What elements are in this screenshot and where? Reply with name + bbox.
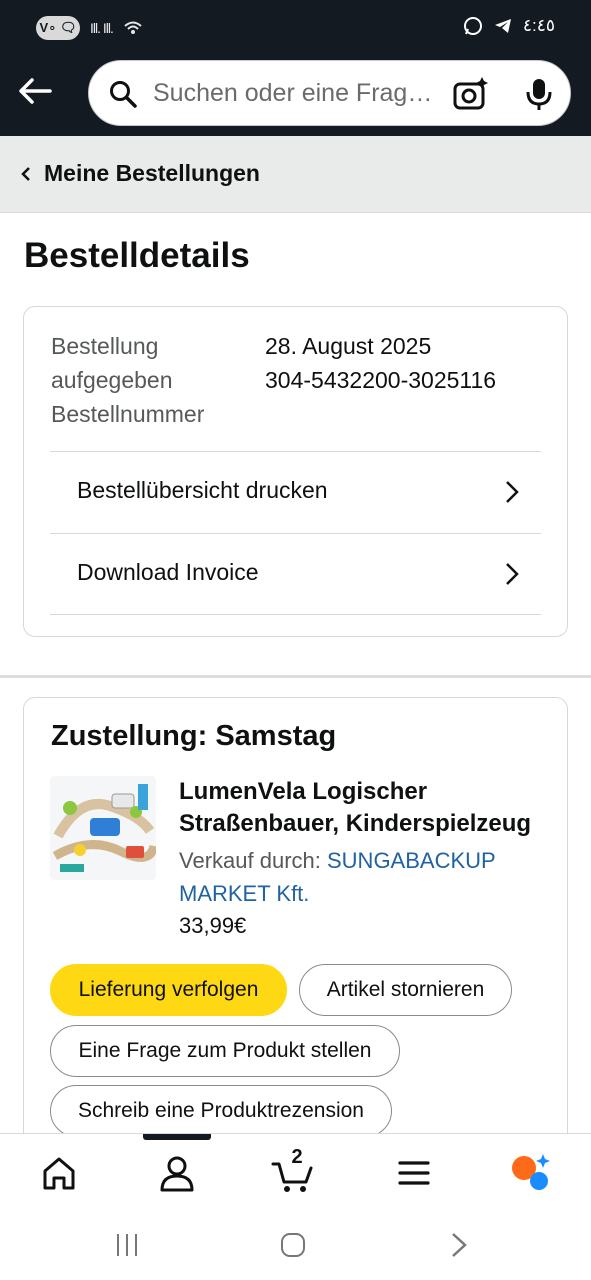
chevron-right-icon xyxy=(506,563,519,585)
delivery-title: Zustellung: Samstag xyxy=(51,720,337,752)
status-bar-right: ٤:٤٥ xyxy=(463,16,555,36)
status-bar-left: V∘ 🗨 Ill. Ill. xyxy=(36,16,143,40)
product-title-line-2: Straßenbauer, Kinderspielzeug xyxy=(179,810,532,837)
order-number-label: Bestellnummer xyxy=(51,401,205,427)
chevron-right-icon xyxy=(506,481,519,503)
whatsapp-icon xyxy=(463,17,482,35)
section-divider xyxy=(0,675,591,678)
order-placed-label: Bestellung xyxy=(51,333,159,359)
wifi-icon xyxy=(124,21,142,34)
account-icon[interactable] xyxy=(152,1148,202,1198)
cart-count: 2 xyxy=(291,1146,303,1168)
product-title[interactable]: LumenVela Logischer Straßenbauer, Kinder… xyxy=(179,776,549,840)
back-button-icon[interactable] xyxy=(444,1231,474,1259)
telegram-icon xyxy=(494,19,511,33)
seller-link-line-2[interactable]: MARKET Kft. xyxy=(179,881,309,906)
breadcrumb[interactable]: Meine Bestellungen xyxy=(0,136,591,213)
delivery-card: Zustellung: Samstag LumenVela Logischer … xyxy=(23,697,568,1167)
order-placed-label-2: aufgegeben xyxy=(51,367,173,393)
print-summary-label: Bestellübersicht drucken xyxy=(77,477,328,503)
rufus-icon[interactable] xyxy=(506,1148,556,1198)
back-arrow-icon[interactable] xyxy=(18,77,52,105)
seller-info: Verkauf durch: SUNGABACKUP MARKET Kft. xyxy=(179,844,549,910)
search-input[interactable]: Suchen oder eine Frage stellen xyxy=(153,79,437,108)
home-button-icon[interactable] xyxy=(278,1231,308,1259)
cart-button[interactable]: 2 xyxy=(269,1146,319,1198)
product-image[interactable] xyxy=(50,776,156,880)
system-nav-bar xyxy=(0,1209,591,1280)
camera-icon[interactable] xyxy=(453,76,489,112)
page-title: Bestelldetails xyxy=(24,236,250,275)
search-icon xyxy=(110,81,137,108)
order-number: 304-5432200-3025116 xyxy=(265,367,497,393)
home-icon[interactable] xyxy=(34,1148,84,1198)
seller-link[interactable]: SUNGABACKUP xyxy=(327,848,496,873)
product-price: 33,99€ xyxy=(179,913,247,938)
menu-icon[interactable] xyxy=(389,1148,439,1198)
chevron-left-icon xyxy=(21,167,30,181)
status-bar: V∘ 🗨 Ill. Ill. ٤:٤٥ xyxy=(0,0,591,58)
download-invoice-label: Download Invoice xyxy=(77,559,259,585)
breadcrumb-label[interactable]: Meine Bestellungen xyxy=(44,160,260,187)
microphone-icon[interactable] xyxy=(525,77,553,111)
clock: ٤:٤٥ xyxy=(522,16,555,35)
cancel-item-button[interactable]: Artikel stornieren xyxy=(299,964,512,1016)
product-title-line-1: LumenVela Logischer xyxy=(179,778,428,805)
order-info-card: Bestellung aufgegeben Bestellnummer 28. … xyxy=(23,306,568,637)
divider xyxy=(50,614,541,615)
search-bar[interactable]: Suchen oder eine Frage stellen xyxy=(88,60,571,126)
order-info-values: 28. August 2025 304-5432200-3025116 xyxy=(265,329,555,397)
seller-prefix: Verkauf durch: xyxy=(179,848,321,873)
recent-apps-icon[interactable] xyxy=(112,1231,142,1259)
order-info-labels: Bestellung aufgegeben Bestellnummer xyxy=(51,329,251,431)
download-invoice-link[interactable]: Download Invoice xyxy=(50,533,541,615)
bottom-nav: 2 xyxy=(0,1133,591,1209)
track-delivery-button[interactable]: Lieferung verfolgen xyxy=(50,964,287,1016)
print-summary-link[interactable]: Bestellübersicht drucken xyxy=(50,451,541,533)
network-badge: V∘ 🗨 xyxy=(36,16,80,40)
order-date: 28. August 2025 xyxy=(265,333,432,359)
write-review-button[interactable]: Schreib eine Produktrezension xyxy=(50,1085,392,1137)
top-header: Suchen oder eine Frage stellen xyxy=(0,58,591,136)
signal-strength: Ill. Ill. xyxy=(90,20,114,36)
active-tab-indicator xyxy=(143,1134,211,1140)
ask-question-button[interactable]: Eine Frage zum Produkt stellen xyxy=(50,1025,400,1077)
